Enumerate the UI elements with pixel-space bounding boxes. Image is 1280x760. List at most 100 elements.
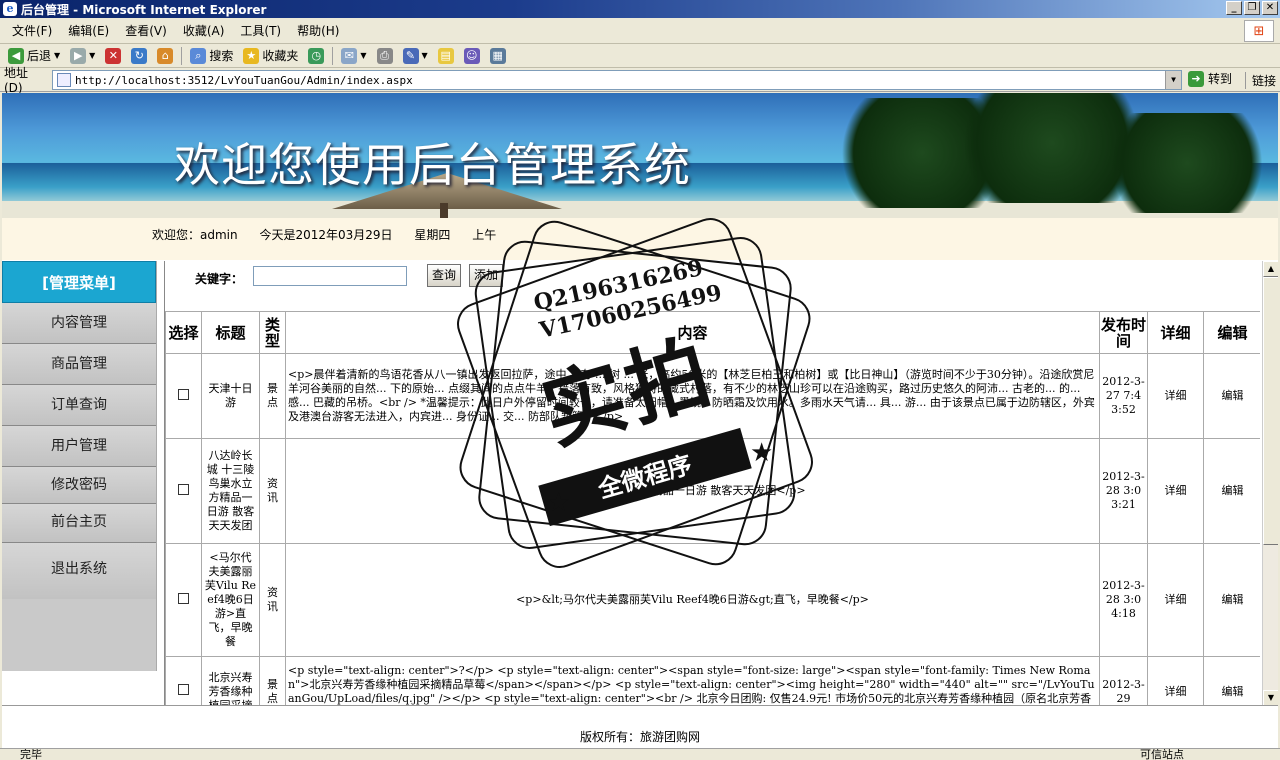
sidebar: [管理菜单] 内容管理 商品管理 订单查询 用户管理 修改密码 前台主页 退出系… (2, 261, 157, 671)
chevron-down-icon[interactable]: ▼ (360, 51, 366, 60)
row-checkbox[interactable] (178, 684, 189, 695)
browser-toolbar: ◀ 后退 ▼ ▶ ▼ ✕ ↻ ⌂ ⌕ 搜索 ★ 收藏夹 ◷ ✉ ▼ ⎙ ✎ ▼ ▤ … (0, 44, 1280, 68)
banner-title: 欢迎您使用后台管理系统 (174, 138, 691, 192)
banner: 欢迎您使用后台管理系统 (2, 93, 1278, 218)
favorites-button[interactable]: ★ 收藏夹 (239, 45, 302, 67)
sidebar-item-logout[interactable]: 退出系统 (2, 543, 156, 599)
welcome-weekday: 星期四 (414, 228, 451, 242)
home-icon: ⌂ (157, 47, 174, 64)
chevron-down-icon[interactable]: ▼ (54, 51, 60, 60)
row-time: 2012-3-29 (1099, 656, 1148, 706)
sidebar-item-users[interactable]: 用户管理 (2, 426, 156, 467)
history-button[interactable]: ◷ (304, 45, 328, 67)
address-input[interactable]: http://localhost:3512/LvYouTuanGou/Admin… (52, 70, 1182, 90)
sidebar-item-orders[interactable]: 订单查询 (2, 385, 156, 426)
row-title: 北京兴寿芳香缘种植园采摘 (201, 656, 260, 706)
chevron-down-icon[interactable]: ▼ (422, 51, 428, 60)
sidebar-item-password[interactable]: 修改密码 (2, 467, 156, 504)
row-detail-link[interactable]: 详细 (1147, 543, 1204, 657)
menu-edit[interactable]: 编辑(E) (60, 18, 117, 44)
stop-icon: ✕ (105, 47, 122, 64)
minimize-button[interactable]: _ (1226, 1, 1242, 15)
welcome-date: 今天是2012年03月29日 (259, 228, 393, 242)
page-content: 欢迎您使用后台管理系统 欢迎您：admin 今天是2012年03月29日 星期四… (2, 93, 1278, 748)
sidebar-item-products[interactable]: 商品管理 (2, 344, 156, 385)
edit-page-button[interactable]: ✎ ▼ (399, 45, 432, 67)
row-time: 2012-3-28 3:03:21 (1099, 438, 1148, 544)
edit-icon: ✎ (402, 47, 419, 64)
go-button[interactable]: ➜ 转到 (1188, 70, 1232, 87)
scroll-thumb[interactable] (1263, 277, 1278, 545)
row-title: 天津十日游 (201, 353, 260, 439)
stop-button[interactable]: ✕ (101, 45, 125, 67)
scroll-up-icon[interactable]: ▲ (1263, 261, 1278, 277)
add-button[interactable]: 添加 (469, 264, 504, 287)
messenger-button[interactable]: ☺ (460, 45, 484, 67)
col-header-select: 选择 (165, 311, 202, 354)
research-button[interactable]: ▦ (486, 45, 510, 67)
sidebar-item-frontpage[interactable]: 前台主页 (2, 504, 156, 543)
search-label: 搜索 (209, 49, 234, 63)
links-button[interactable]: 链接 (1244, 72, 1276, 89)
query-button[interactable]: 查询 (427, 264, 462, 287)
row-checkbox[interactable] (178, 592, 189, 604)
row-content: <p>&lt;马尔代夫美露丽芙Vilu Reef4晚6日游&gt;直飞，早晚餐<… (285, 543, 1100, 657)
row-edit-link[interactable]: 编辑 (1203, 353, 1260, 439)
row-edit-link[interactable]: 编辑 (1203, 543, 1260, 657)
search-row: 关键字： 查询 添加 (165, 261, 1260, 311)
print-button[interactable]: ⎙ (373, 45, 397, 67)
row-type: 资讯 (259, 543, 286, 657)
row-edit-link[interactable]: 编辑 (1203, 438, 1260, 544)
close-button[interactable]: ✕ (1262, 1, 1278, 15)
table-row: <马尔代夫美露丽芙Vilu Reef4晚6日游>直飞，早晚餐 资讯 <p>&lt… (165, 543, 1260, 657)
menu-file[interactable]: 文件(F) (4, 18, 60, 44)
home-button[interactable]: ⌂ (153, 45, 177, 67)
history-icon: ◷ (308, 47, 325, 64)
vertical-scrollbar[interactable]: ▲ ▼ (1262, 261, 1278, 706)
menu-bar: 文件(F) 编辑(E) 查看(V) 收藏(A) 工具(T) 帮助(H) ⊞ (0, 18, 1280, 44)
chevron-down-icon[interactable]: ▼ (89, 51, 95, 60)
keyword-label: 关键字： (195, 272, 244, 286)
row-checkbox[interactable] (178, 388, 189, 400)
menu-view[interactable]: 查看(V) (117, 18, 175, 44)
address-url: http://localhost:3512/LvYouTuanGou/Admin… (75, 73, 413, 87)
row-content: <p>晨伴着清新的鸟语花香从八一镇出发返回拉萨，途中... 有 ... 树 ..… (285, 353, 1100, 439)
col-header-type: 类型 (259, 311, 286, 354)
status-bar: 完毕 可信站点 (0, 748, 1280, 760)
col-header-time: 发布时间 (1099, 311, 1148, 354)
keyword-input[interactable] (253, 266, 407, 286)
row-detail-link[interactable]: 详细 (1147, 656, 1204, 706)
row-detail-link[interactable]: 详细 (1147, 353, 1204, 439)
menu-tools[interactable]: 工具(T) (232, 18, 289, 44)
row-title: 八达岭长城 十三陵鸟巢水立方精品一日游 散客天天发团 (201, 438, 260, 544)
menu-help[interactable]: 帮助(H) (289, 18, 347, 44)
col-header-content: 内容 (285, 311, 1100, 354)
refresh-button[interactable]: ↻ (127, 45, 151, 67)
mail-button[interactable]: ✉ ▼ (337, 45, 370, 67)
col-header-edit: 编辑 (1203, 311, 1260, 354)
col-header-detail: 详细 (1147, 311, 1204, 354)
col-header-title: 标题 (201, 311, 260, 354)
star-icon: ★ (243, 47, 260, 64)
ie-logo-icon: e (3, 2, 17, 16)
restore-button[interactable]: ❐ (1244, 1, 1260, 15)
window-title: 后台管理 - Microsoft Internet Explorer (21, 2, 267, 17)
row-detail-link[interactable]: 详细 (1147, 438, 1204, 544)
search-button[interactable]: ⌕ 搜索 (186, 45, 237, 67)
row-checkbox[interactable] (178, 483, 189, 495)
row-edit-link[interactable]: 编辑 (1203, 656, 1260, 706)
sidebar-item-content[interactable]: 内容管理 (2, 303, 156, 344)
address-dropdown-icon[interactable]: ▼ (1165, 71, 1181, 89)
research-icon: ▦ (489, 47, 506, 64)
row-title: <马尔代夫美露丽芙Vilu Reef4晚6日游>直飞，早晚餐 (201, 543, 260, 657)
table-row: 八达岭长城 十三陵鸟巢水立方精品一日游 散客天天发团 资讯 <p>达岭长... … (165, 438, 1260, 544)
address-bar: 地址(D) http://localhost:3512/LvYouTuanGou… (0, 66, 1280, 95)
row-content: <p>达岭长... 精品一日游 散客天天发团</p> (285, 438, 1100, 544)
back-arrow-icon: ◀ (8, 47, 24, 64)
forward-button[interactable]: ▶ ▼ (66, 45, 99, 67)
go-arrow-icon: ➜ (1188, 70, 1204, 87)
scroll-down-icon[interactable]: ▼ (1263, 690, 1278, 706)
discuss-button[interactable]: ▤ (434, 45, 458, 67)
welcome-bar: 欢迎您：admin 今天是2012年03月29日 星期四 上午 (2, 218, 1278, 260)
menu-favorites[interactable]: 收藏(A) (175, 18, 233, 44)
